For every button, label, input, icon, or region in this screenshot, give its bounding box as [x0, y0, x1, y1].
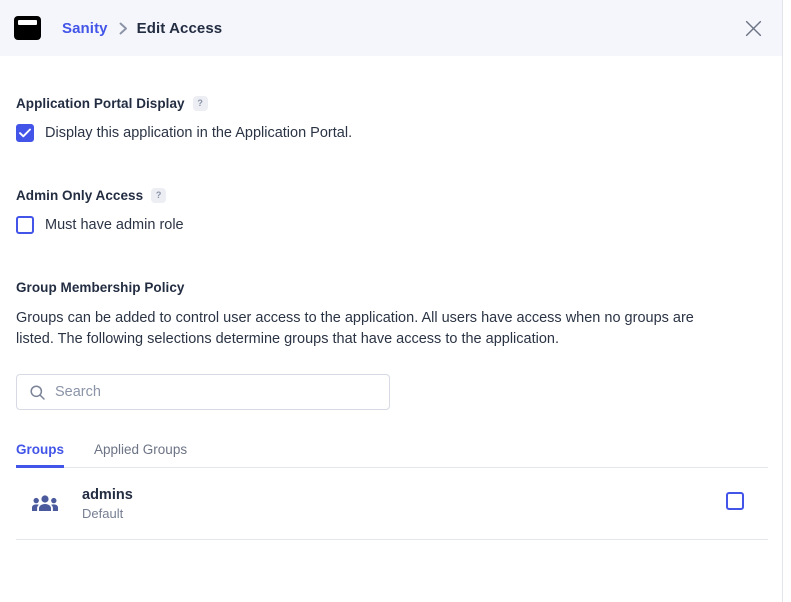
application-portal-display-label: Application Portal Display ?	[16, 96, 766, 111]
modal-header: Sanity Edit Access	[0, 0, 782, 56]
group-name: admins	[82, 486, 726, 504]
admin-role-checkbox-label: Must have admin role	[45, 217, 184, 233]
tab-label: Applied Groups	[94, 442, 187, 457]
group-subtitle: Default	[82, 505, 726, 522]
breadcrumb: Sanity Edit Access	[62, 20, 222, 37]
admin-only-access-label: Admin Only Access ?	[16, 188, 766, 203]
group-list: admins Default	[16, 468, 768, 540]
portal-display-checkbox-row[interactable]: Display this application in the Applicat…	[16, 124, 766, 142]
people-group-icon	[30, 494, 60, 513]
close-icon[interactable]	[741, 16, 765, 40]
edit-access-modal: Sanity Edit Access Application Portal Di…	[0, 0, 783, 602]
help-icon[interactable]: ?	[151, 188, 166, 203]
breadcrumb-parent-link[interactable]: Sanity	[62, 20, 108, 37]
portal-display-checkbox[interactable]	[16, 124, 34, 142]
portal-display-checkbox-label: Display this application in the Applicat…	[45, 125, 352, 141]
group-select-checkbox[interactable]	[726, 492, 744, 510]
group-membership-policy-label: Group Membership Policy	[16, 280, 766, 295]
chevron-right-icon	[119, 22, 128, 35]
group-row-text: admins Default	[82, 486, 726, 522]
app-window-icon	[14, 16, 41, 40]
modal-body: Application Portal Display ? Display thi…	[0, 56, 782, 540]
breadcrumb-current: Edit Access	[137, 20, 223, 37]
section-label-text: Application Portal Display	[16, 96, 185, 111]
help-icon[interactable]: ?	[193, 96, 208, 111]
search-box[interactable]	[16, 374, 390, 410]
tab-applied-groups[interactable]: Applied Groups	[94, 442, 187, 468]
tab-groups[interactable]: Groups	[16, 442, 64, 468]
search-icon	[30, 385, 45, 400]
admin-role-checkbox-row[interactable]: Must have admin role	[16, 216, 766, 234]
table-row[interactable]: admins Default	[16, 468, 768, 540]
group-membership-policy-description: Groups can be added to control user acce…	[16, 308, 730, 350]
tab-label: Groups	[16, 442, 64, 457]
group-select-checkbox-wrap	[726, 492, 744, 515]
admin-role-checkbox[interactable]	[16, 216, 34, 234]
section-label-text: Group Membership Policy	[16, 280, 184, 295]
group-tabs: Groups Applied Groups	[16, 442, 768, 468]
search-input[interactable]	[55, 384, 389, 400]
section-label-text: Admin Only Access	[16, 188, 143, 203]
